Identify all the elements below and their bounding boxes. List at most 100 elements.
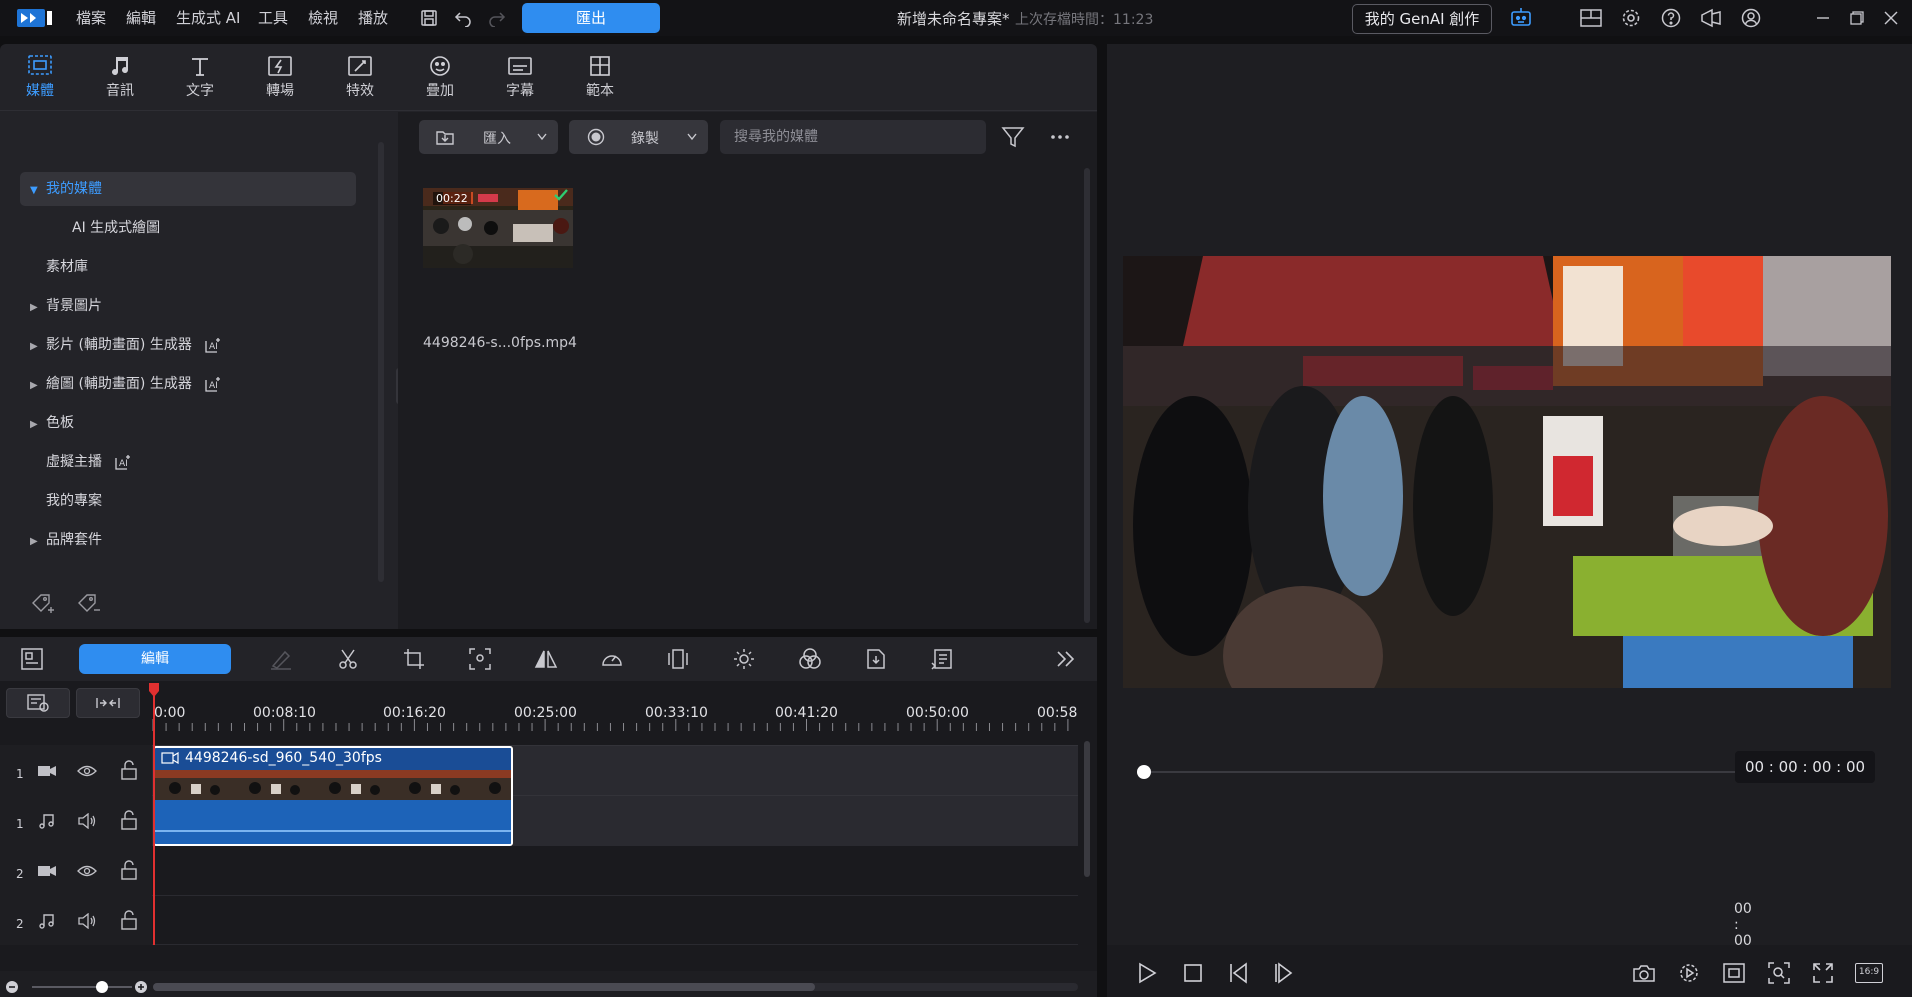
eye-icon[interactable] xyxy=(76,861,98,881)
timeline-clip[interactable]: 4498246-sd_960_540_30fps xyxy=(153,746,513,846)
export-button[interactable]: 匯出 xyxy=(522,3,660,33)
menu-edit[interactable]: 編輯 xyxy=(126,7,156,28)
tab-templates[interactable]: 範本 xyxy=(560,44,640,110)
unlock-icon[interactable] xyxy=(118,909,140,931)
play-button[interactable] xyxy=(1133,959,1161,987)
zoom-slider[interactable] xyxy=(32,981,132,993)
preview-seek-bar[interactable] xyxy=(1137,765,1807,779)
minimize-icon[interactable] xyxy=(1810,6,1836,30)
menu-genai[interactable]: 生成式 AI xyxy=(176,7,240,28)
menu-view[interactable]: 檢視 xyxy=(308,7,338,28)
tree-item-my-media[interactable]: ▼ 我的媒體 xyxy=(30,173,102,205)
timeline-vertical-scrollbar[interactable] xyxy=(1084,741,1090,877)
tab-overlay[interactable]: 疊加 xyxy=(400,44,480,110)
help-icon[interactable] xyxy=(1658,6,1684,30)
focus-icon[interactable] xyxy=(464,643,496,675)
snapshot-camera-icon[interactable] xyxy=(1629,959,1659,987)
seek-handle[interactable] xyxy=(1137,765,1151,779)
remove-tag-icon[interactable] xyxy=(76,591,104,615)
aspect-ratio-button[interactable]: 16:9 xyxy=(1853,959,1885,987)
more-tools-icon[interactable] xyxy=(1050,643,1082,675)
subtitle-edit-icon[interactable] xyxy=(926,643,958,675)
speaker-icon[interactable] xyxy=(76,911,98,931)
unlock-icon[interactable] xyxy=(118,809,140,831)
zoom-out-icon[interactable] xyxy=(5,980,19,994)
pen-icon[interactable] xyxy=(265,643,297,675)
tree-item-color-boards[interactable]: ▶ 色板 xyxy=(30,407,74,439)
safe-zone-icon[interactable] xyxy=(1719,959,1749,987)
tree-item-image-generator[interactable]: ▶ 繪圖 (輔助畫面) 生成器 AI xyxy=(30,368,222,400)
gear-icon[interactable] xyxy=(1618,6,1644,30)
zoom-in-icon[interactable] xyxy=(134,980,148,994)
redo-icon[interactable] xyxy=(484,6,510,30)
crop-icon[interactable] xyxy=(398,643,430,675)
fit-timeline-button[interactable] xyxy=(76,688,140,718)
zoom-preview-icon[interactable] xyxy=(1764,959,1794,987)
tab-effects[interactable]: 特效 xyxy=(320,44,400,110)
timeline-horizontal-scrollbar[interactable] xyxy=(153,983,1078,991)
flip-icon[interactable] xyxy=(530,643,562,675)
unlock-icon[interactable] xyxy=(118,759,140,781)
unlock-icon[interactable] xyxy=(118,859,140,881)
scissors-icon[interactable] xyxy=(332,643,364,675)
svg-text:AI: AI xyxy=(119,459,128,469)
zoom-slider-thumb[interactable] xyxy=(96,981,108,993)
import-dropdown[interactable]: 匯入 xyxy=(419,120,558,154)
edit-button[interactable]: 編輯 xyxy=(79,644,231,674)
my-genai-button[interactable]: 我的 GenAI 創作 xyxy=(1352,4,1492,34)
tab-subtitles[interactable]: 字幕 xyxy=(480,44,560,110)
next-frame-button[interactable] xyxy=(1269,959,1297,987)
previous-frame-button[interactable] xyxy=(1224,959,1252,987)
save-icon[interactable] xyxy=(416,6,442,30)
add-tag-icon[interactable] xyxy=(30,591,58,615)
more-options-icon[interactable] xyxy=(1050,134,1070,140)
fullscreen-icon[interactable] xyxy=(1808,959,1838,987)
tab-media-label: 媒體 xyxy=(26,83,54,99)
menu-play[interactable]: 播放 xyxy=(358,7,388,28)
stabilizer-icon[interactable] xyxy=(662,643,694,675)
tab-text[interactable]: 文字 xyxy=(160,44,240,110)
ai-assistant-icon[interactable] xyxy=(1508,5,1534,29)
speaker-icon[interactable] xyxy=(76,811,98,831)
media-item[interactable]: 00:22 xyxy=(423,188,573,268)
brightness-icon[interactable] xyxy=(728,643,760,675)
filter-icon[interactable] xyxy=(1001,125,1025,149)
close-icon[interactable] xyxy=(1878,6,1904,30)
export-clip-icon[interactable] xyxy=(860,643,892,675)
video-track-icon xyxy=(36,861,58,881)
menu-file[interactable]: 檔案 xyxy=(76,7,106,28)
tree-item-virtual-host[interactable]: 虛擬主播 AI xyxy=(30,446,132,478)
track-manager-button[interactable] xyxy=(6,688,70,718)
menu-tools[interactable]: 工具 xyxy=(258,7,288,28)
tree-item-backgrounds[interactable]: ▶ 背景圖片 xyxy=(30,290,102,322)
eye-icon[interactable] xyxy=(76,761,98,781)
tree-item-video-generator[interactable]: ▶ 影片 (輔助畫面) 生成器 AI xyxy=(30,329,222,361)
tree-scrollbar[interactable] xyxy=(378,142,384,582)
tree-item-ai-image[interactable]: AI 生成式繪圖 xyxy=(72,212,160,244)
playhead-handle[interactable] xyxy=(148,683,160,697)
undo-icon[interactable] xyxy=(450,6,476,30)
search-media-input[interactable] xyxy=(720,120,986,154)
tab-audio[interactable]: 音訊 xyxy=(80,44,160,110)
playhead[interactable] xyxy=(153,687,155,945)
tree-item-brand-kit[interactable]: ▶ 品牌套件 xyxy=(30,524,102,556)
tab-transition[interactable]: 轉場 xyxy=(240,44,320,110)
timecode-box[interactable]: 00 : 00 : 00 : 00 xyxy=(1735,751,1875,783)
restore-icon[interactable] xyxy=(1844,6,1870,30)
layout-icon[interactable] xyxy=(1578,6,1604,30)
speed-icon[interactable] xyxy=(596,643,628,675)
chevron-down-icon xyxy=(537,133,547,141)
tree-item-my-projects[interactable]: 我的專案 xyxy=(30,485,102,517)
color-adjust-icon[interactable] xyxy=(794,643,826,675)
preview-quality-icon[interactable] xyxy=(1674,959,1704,987)
tab-media[interactable]: 媒體 xyxy=(0,44,80,110)
tree-item-stock-library[interactable]: 素材庫 xyxy=(30,251,88,283)
toggle-view-icon[interactable] xyxy=(16,643,48,675)
text-icon xyxy=(160,44,240,80)
record-dropdown[interactable]: 錄製 xyxy=(569,120,708,154)
media-scrollbar[interactable] xyxy=(1084,168,1090,623)
stop-button[interactable] xyxy=(1179,959,1207,987)
horizontal-scroll-thumb[interactable] xyxy=(153,983,815,991)
announcement-icon[interactable] xyxy=(1698,6,1724,30)
account-icon[interactable] xyxy=(1738,6,1764,30)
